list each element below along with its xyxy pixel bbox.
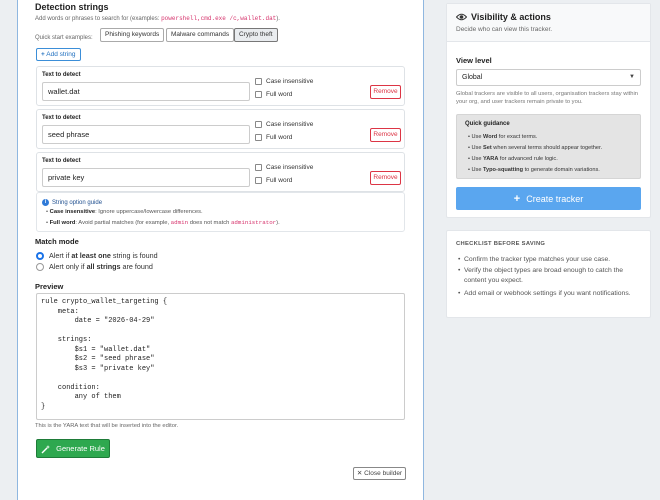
- checklist-title: CHECKLIST BEFORE SAVING: [456, 241, 546, 247]
- generate-rule-button[interactable]: Generate Rule: [36, 439, 110, 458]
- full-word-checkbox[interactable]: Full word: [255, 91, 292, 98]
- full-word-checkbox[interactable]: Full word: [255, 177, 292, 184]
- text-to-detect-input[interactable]: wallet.dat: [42, 82, 250, 101]
- yara-preview[interactable]: rule crypto_wallet_targeting { meta: dat…: [36, 293, 405, 420]
- chevron-down-icon: ▼: [629, 74, 635, 80]
- view-level-label: View level: [456, 56, 492, 65]
- string-row: Text to detect private key Case insensit…: [36, 152, 405, 192]
- create-tracker-button[interactable]: + Create tracker: [456, 187, 641, 210]
- view-level-note: Global trackers are visible to all users…: [456, 91, 639, 105]
- string-option-guide: i String option guide • Case insensitive…: [36, 192, 405, 232]
- guide-title: String option guide: [52, 199, 103, 206]
- info-icon: i: [42, 199, 49, 206]
- plus-icon: +: [41, 51, 45, 58]
- view-level-select[interactable]: Global ▼: [456, 69, 641, 86]
- checklist-item: Add email or webhook settings if you wan…: [458, 289, 646, 299]
- guide-full-word: • Full word: Avoid partial matches (for …: [46, 219, 280, 226]
- text-to-detect-label: Text to detect: [42, 115, 81, 121]
- rule-builder-panel: Detection strings Add words or phrases t…: [17, 0, 424, 500]
- match-mode-any-radio[interactable]: Alert if at least one string is found: [36, 251, 158, 260]
- guidance-item: • Use Typo-squatting to generate domain …: [468, 167, 600, 173]
- preview-title: Preview: [35, 282, 64, 291]
- quick-guidance: Quick guidance • Use Word for exact term…: [456, 114, 641, 179]
- case-insensitive-checkbox[interactable]: Case insensitive: [255, 78, 313, 85]
- guidance-title: Quick guidance: [465, 121, 510, 127]
- card-title: Visibility & actions: [471, 12, 551, 22]
- full-word-checkbox[interactable]: Full word: [255, 134, 292, 141]
- guidance-item: • Use YARA for advanced rule logic.: [468, 156, 558, 162]
- match-mode-title: Match mode: [35, 237, 79, 246]
- text-to-detect-label: Text to detect: [42, 72, 81, 78]
- guidance-item: • Use Set when several terms should appe…: [468, 145, 603, 151]
- guidance-item: • Use Word for exact terms.: [468, 134, 538, 140]
- checklist-item: Verify the object types are broad enough…: [458, 266, 646, 286]
- case-insensitive-checkbox[interactable]: Case insensitive: [255, 164, 313, 171]
- eye-icon: [456, 13, 467, 21]
- close-builder-button[interactable]: ✕ Close builder: [353, 467, 406, 480]
- string-row: Text to detect wallet.dat Case insensiti…: [36, 66, 405, 106]
- checklist-card: CHECKLIST BEFORE SAVING Confirm the trac…: [446, 230, 651, 318]
- strings-hint: Add words or phrases to search for (exam…: [35, 15, 280, 22]
- guide-case-insensitive: • Case insensitive: Ignore uppercase/low…: [46, 209, 203, 215]
- remove-button[interactable]: Remove: [370, 128, 401, 142]
- close-icon: ✕: [356, 470, 363, 477]
- card-subtitle: Decide who can view this tracker.: [456, 26, 553, 33]
- wand-icon: [41, 444, 51, 453]
- remove-button[interactable]: Remove: [370, 171, 401, 185]
- text-to-detect-input[interactable]: private key: [42, 168, 250, 187]
- match-mode-all-radio[interactable]: Alert only if all strings are found: [36, 262, 153, 271]
- case-insensitive-checkbox[interactable]: Case insensitive: [255, 121, 313, 128]
- remove-button[interactable]: Remove: [370, 85, 401, 99]
- plus-icon: +: [513, 192, 521, 205]
- quick-start-crypto-button[interactable]: Crypto theft: [234, 28, 278, 42]
- text-to-detect-input[interactable]: seed phrase: [42, 125, 250, 144]
- section-title: Detection strings: [35, 2, 109, 12]
- quick-start-label: Quick start examples:: [35, 35, 93, 41]
- text-to-detect-label: Text to detect: [42, 158, 81, 164]
- string-row: Text to detect seed phrase Case insensit…: [36, 109, 405, 149]
- editor-note: This is the YARA text that will be inser…: [35, 423, 179, 429]
- add-string-button[interactable]: + Add string: [36, 48, 81, 61]
- visibility-card: Visibility & actions Decide who can view…: [446, 3, 651, 218]
- checklist-item: Confirm the tracker type matches your us…: [458, 255, 646, 265]
- quick-start-phishing-button[interactable]: Phishing keywords: [100, 28, 165, 42]
- quick-start-malware-button[interactable]: Malware commands: [166, 28, 235, 42]
